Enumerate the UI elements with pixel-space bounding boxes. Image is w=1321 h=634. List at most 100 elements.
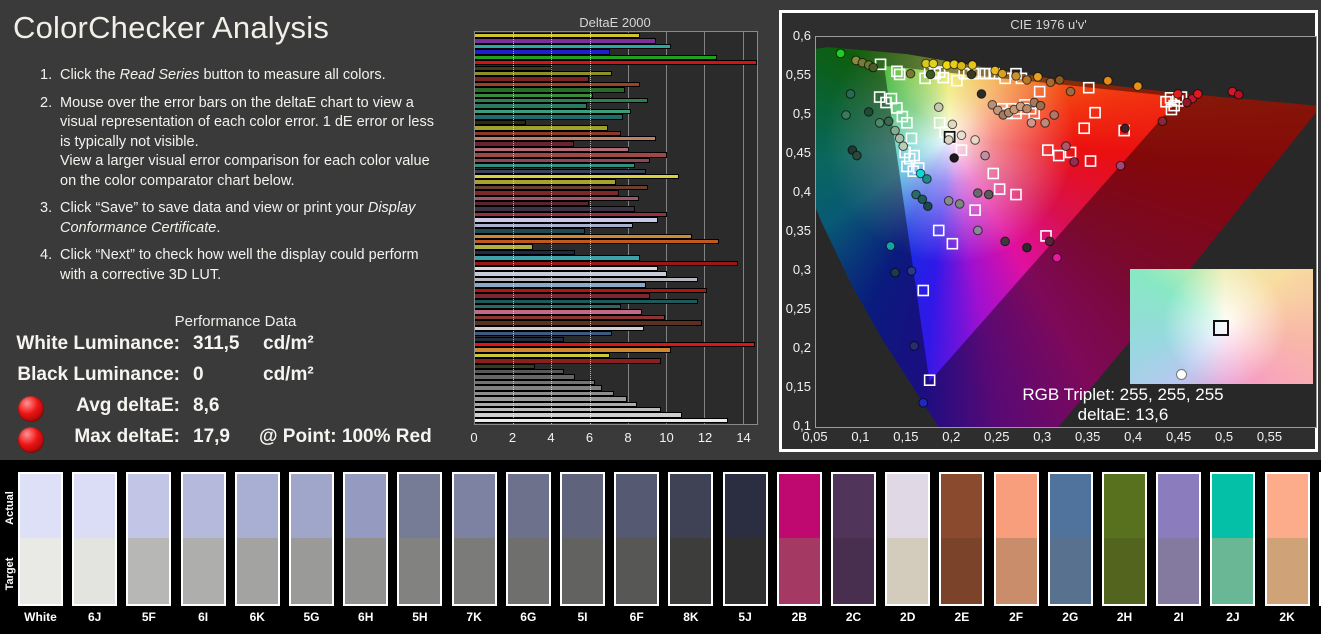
measured-circle-marker (910, 342, 919, 351)
deltae-x-tick: 0 (459, 430, 489, 445)
target-square-marker (918, 286, 928, 296)
gridline-solid (666, 32, 667, 424)
performance-data-section: Performance Data White Luminance:311,5cd… (12, 313, 459, 457)
swatch-label: 6J (66, 610, 123, 624)
measured-circle-marker (884, 117, 893, 126)
swatch-target-color (128, 538, 169, 604)
swatch-actual-color (237, 474, 278, 538)
swatch-target-color (887, 538, 928, 604)
perf-label: Avg deltaE: (12, 395, 180, 417)
measured-circle-marker (948, 120, 957, 129)
measured-circle-marker (1234, 90, 1243, 99)
comparator-swatch-8K (668, 472, 713, 606)
measured-circle-marker (971, 136, 980, 145)
measured-circle-marker (891, 268, 900, 277)
swatch-target-color (996, 538, 1037, 604)
measured-circle-marker (1055, 76, 1064, 85)
comparator-swatch-5J (723, 472, 768, 606)
measured-circle-marker (957, 131, 966, 140)
gridline-dotted (513, 32, 514, 424)
target-square-marker (995, 184, 1005, 194)
cie-chart-panel: CIE 1976 u'v' RGB Triplet: 255, 255, 255… (768, 0, 1321, 460)
swatch-label: 2H (1096, 610, 1153, 624)
swatch-target-color (779, 538, 820, 604)
measured-circle-marker (924, 202, 933, 211)
swatch-label: 5J (717, 610, 774, 624)
measured-circle-marker (1045, 237, 1054, 246)
deltae-chart-title: DeltaE 2000 (462, 15, 768, 30)
cie-x-tick: 0,4 (1116, 429, 1150, 444)
measured-circle-marker (899, 142, 908, 151)
measured-circle-marker (853, 151, 862, 160)
swatch-actual-color (399, 474, 440, 538)
measured-circle-marker (875, 119, 884, 128)
cie-x-tick: 0,15 (889, 429, 923, 444)
measured-circle-marker (974, 189, 983, 198)
swatch-label: 2F (988, 610, 1045, 624)
measured-circle-marker (1158, 117, 1167, 126)
swatch-actual-color (562, 474, 603, 538)
comparator-swatch-2I (1156, 472, 1201, 606)
instruction-text: Click the Read Series button to measure … (60, 66, 386, 86)
performance-row-4: Max deltaE:17,9@ Point: 100% Red (12, 426, 459, 457)
measured-circle-marker (955, 200, 964, 209)
comparator-swatch-2C (831, 472, 876, 606)
comparator-swatch-2K (1265, 472, 1310, 606)
deltae-readout: deltaE: 13,6 (932, 405, 1314, 425)
comparator-swatch-2H (1102, 472, 1147, 606)
comparator-row-label-target: Target (4, 550, 16, 598)
swatch-target-color (1158, 538, 1199, 604)
measured-circle-marker (1121, 124, 1130, 133)
inset-target-square-marker (1213, 320, 1229, 336)
cie-chart-title: CIE 1976 u'v' (782, 17, 1315, 32)
measured-circle-marker (1041, 119, 1050, 128)
cie-y-tick: 0,3 (782, 262, 811, 277)
swatch-target-color (1212, 538, 1253, 604)
swatch-label: White (12, 610, 69, 624)
instruction-item-1: 1.Click the Read Series button to measur… (40, 66, 448, 86)
measured-circle-marker (934, 103, 943, 112)
swatch-actual-color (833, 474, 874, 538)
swatch-actual-color (183, 474, 224, 538)
cie-readout: RGB Triplet: 255, 255, 255 deltaE: 13,6 (932, 385, 1314, 425)
perf-extra: @ Point: 100% Red (259, 426, 432, 448)
measured-circle-marker (906, 69, 915, 78)
deltae-x-axis: 02468101214 (474, 430, 758, 446)
target-square-marker (895, 69, 905, 79)
cie-y-tick: 0,55 (782, 67, 811, 82)
swatch-label: 2G (1042, 610, 1099, 624)
comparator-swatch-6K (235, 472, 280, 606)
swatch-target-color (725, 538, 766, 604)
measured-circle-marker (968, 61, 977, 70)
measured-circle-marker (923, 175, 932, 184)
swatch-actual-color (1050, 474, 1091, 538)
swatch-label: 5H (391, 610, 448, 624)
target-square-marker (935, 118, 945, 128)
rgb-triplet-readout: RGB Triplet: 255, 255, 255 (932, 385, 1314, 405)
performance-row-3: Avg deltaE:8,6 (12, 395, 459, 426)
swatch-actual-color (887, 474, 928, 538)
cie-x-tick: 0,35 (1071, 429, 1105, 444)
swatch-actual-color (616, 474, 657, 538)
cie-y-tick: 0,45 (782, 145, 811, 160)
measured-circle-marker (1104, 76, 1113, 85)
swatch-label: 2E (933, 610, 990, 624)
swatch-actual-color (508, 474, 549, 538)
swatch-actual-color (996, 474, 1037, 538)
deltae-x-tick: 14 (729, 430, 759, 445)
swatch-target-color (454, 538, 495, 604)
top-section: ColorChecker Analysis 1.Click the Read S… (0, 0, 1321, 460)
perf-label: White Luminance: (12, 333, 180, 355)
deltae-x-tick: 8 (613, 430, 643, 445)
cie-x-tick: 0,1 (843, 429, 877, 444)
measured-circle-marker (944, 136, 953, 145)
performance-row-2: Black Luminance:0cd/m² (12, 364, 459, 395)
cie-y-tick: 0,5 (782, 106, 811, 121)
comparator-swatch-2G (1048, 472, 1093, 606)
perf-label: Max deltaE: (12, 426, 180, 448)
measured-circle-marker (1062, 142, 1071, 151)
instruction-item-3: 3.Click “Save” to save data and view or … (40, 199, 448, 238)
measured-circle-marker (1183, 98, 1192, 107)
measured-circle-marker (1012, 72, 1021, 81)
perf-value: 0 (193, 364, 204, 386)
